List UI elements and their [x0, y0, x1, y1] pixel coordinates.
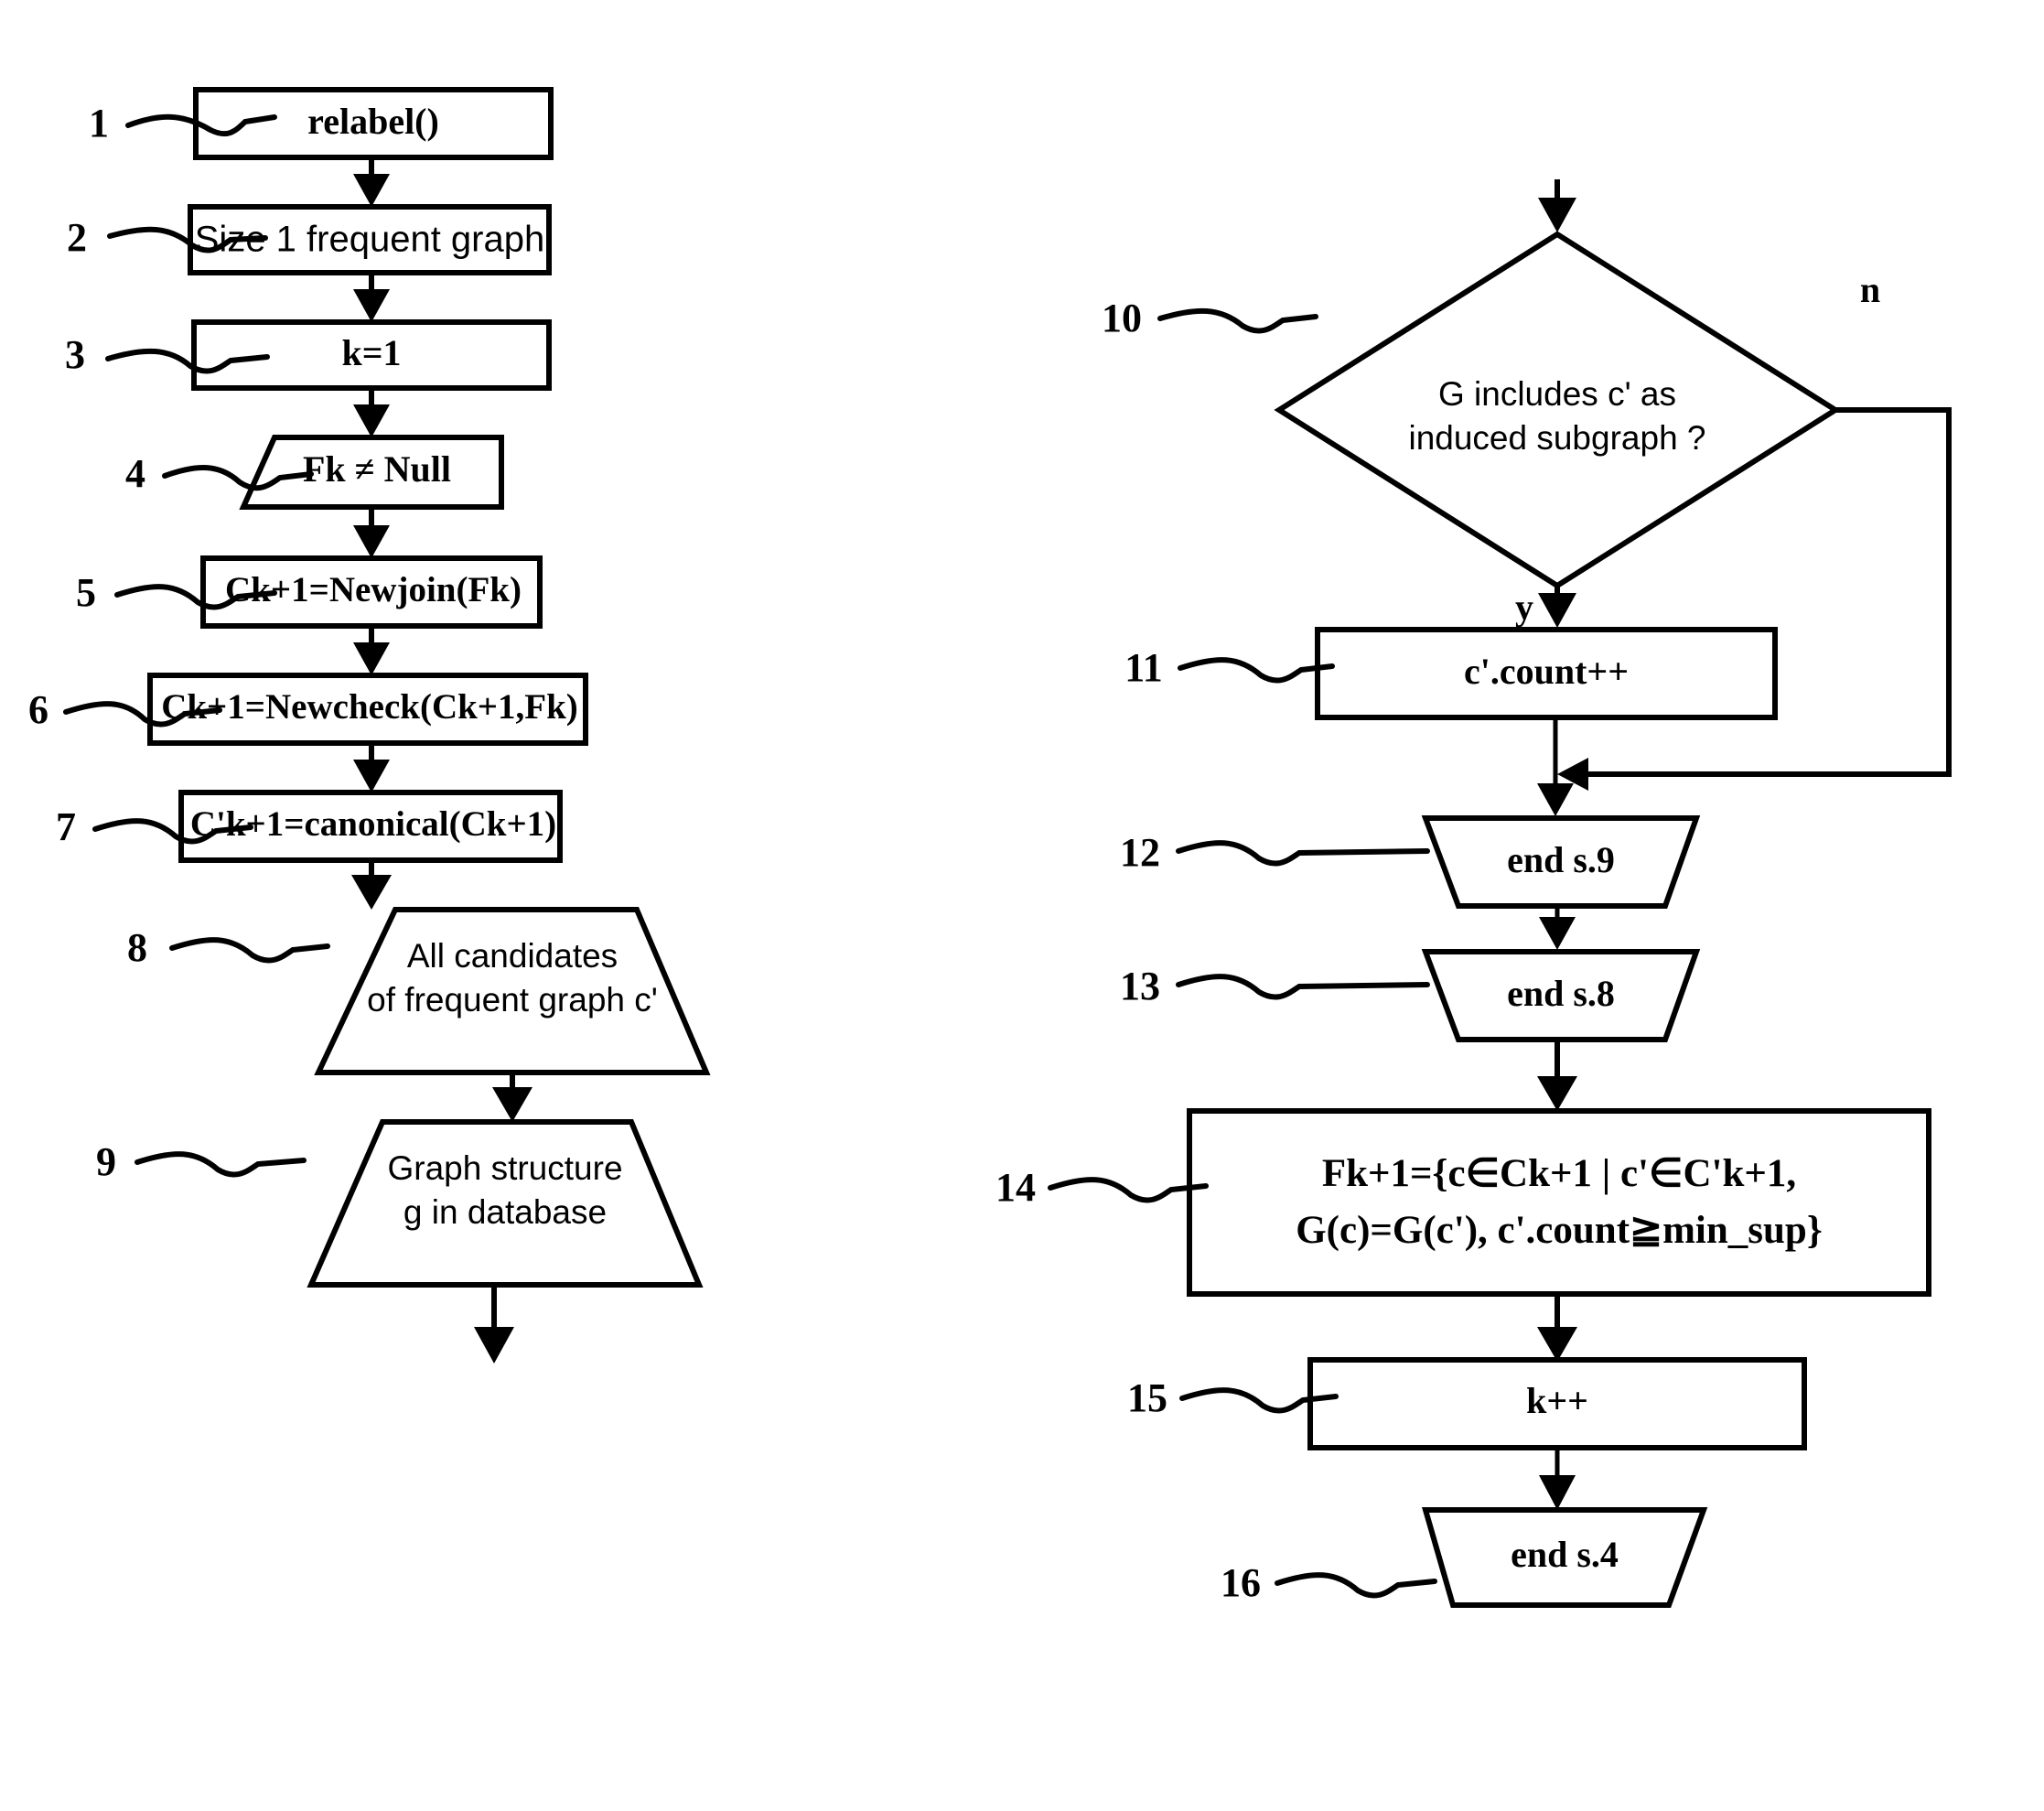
ref-number-1: 1 — [89, 101, 109, 146]
arrow-2-to-3 — [353, 273, 390, 322]
ref-number-12: 12 — [1120, 830, 1160, 875]
arrow-14-to-15 — [1537, 1294, 1577, 1362]
leader-line-10 — [1157, 307, 1318, 334]
node-8-all-candidates: All candidates of frequent graph c' — [314, 907, 711, 1075]
node-12-end-s9: end s.9 — [1421, 815, 1701, 909]
arrow-10-yes-to-11 — [1538, 586, 1576, 628]
node-14-fk-plus-1-definition: Fk+1={c∈Ck+1 | c'∈C'k+1, G(c)=G(c'), c'.… — [1187, 1108, 1931, 1297]
ref-number-15: 15 — [1127, 1375, 1167, 1420]
arrow-6-to-7 — [353, 743, 390, 792]
ref-number-4: 4 — [125, 451, 145, 496]
arrow-9-exit — [474, 1285, 514, 1364]
node-4-fk-not-null: Fk ≠ Null — [239, 435, 504, 510]
leader-line-16 — [1275, 1572, 1437, 1599]
arrow-5-to-6 — [353, 626, 390, 675]
ref-number-7: 7 — [56, 804, 76, 849]
node-9-label-line2: g in database — [403, 1193, 607, 1231]
ref-number-14: 14 — [995, 1165, 1036, 1210]
node-7-label: C'k+1=canonical(Ck+1) — [190, 804, 556, 844]
node-10-label-line1: G includes c' as — [1438, 375, 1676, 413]
arrow-1-to-2 — [353, 157, 390, 207]
node-13-label: end s.8 — [1507, 973, 1615, 1014]
leader-line-9 — [134, 1151, 307, 1178]
node-14-label-line1: Fk+1={c∈Ck+1 | c'∈C'k+1, — [1322, 1152, 1796, 1195]
leader-line-11 — [1178, 657, 1335, 684]
node-14-label-line2: G(c)=G(c'), c'.count≧min_sup} — [1296, 1209, 1823, 1252]
node-9-label-line1: Graph structure — [387, 1149, 622, 1187]
leader-line-14 — [1048, 1177, 1209, 1203]
ref-number-10: 10 — [1102, 296, 1142, 340]
leader-line-13 — [1176, 974, 1430, 1000]
ref-number-5: 5 — [76, 570, 96, 615]
ref-number-13: 13 — [1120, 964, 1160, 1008]
ref-number-3: 3 — [65, 332, 85, 377]
node-8-label-line2: of frequent graph c' — [367, 981, 658, 1019]
ref-number-9: 9 — [96, 1139, 116, 1184]
ref-number-16: 16 — [1221, 1560, 1261, 1605]
branch-label-no: n — [1860, 269, 1880, 310]
node-11-label: c'.count++ — [1464, 651, 1629, 692]
ref-number-8: 8 — [127, 925, 147, 970]
arrow-entry-to-10 — [1538, 179, 1576, 232]
node-5-label: Ck+1=Newjoin(Fk) — [225, 570, 522, 609]
node-16-end-s4: end s.4 — [1422, 1507, 1708, 1608]
node-5-newjoin: Ck+1=Newjoin(Fk) — [200, 555, 543, 629]
arrow-8-to-9 — [492, 1073, 533, 1122]
flowchart-canvas: relabel() 1 Size 1 frequent graph 2 k=1 … — [0, 0, 2044, 1811]
leader-line-8 — [169, 937, 330, 964]
ref-number-2: 2 — [67, 215, 87, 260]
node-10-decision-includes-subgraph: G includes c' as induced subgraph ? — [1274, 231, 1841, 589]
arrow-4-to-5 — [353, 507, 390, 558]
node-10-label-line2: induced subgraph ? — [1408, 419, 1705, 457]
node-15-label: k++ — [1526, 1380, 1588, 1421]
node-4-label: Fk ≠ Null — [303, 448, 451, 490]
node-11-count-increment: c'.count++ — [1315, 627, 1778, 720]
node-8-label-line1: All candidates — [407, 937, 618, 975]
node-1-label: relabel() — [307, 101, 439, 142]
arrow-11-to-12 — [1537, 717, 1574, 816]
ref-number-11: 11 — [1124, 645, 1163, 690]
arrow-3-to-4 — [353, 388, 390, 437]
node-14-shape — [1187, 1108, 1931, 1297]
node-6-label: Ck+1=Newcheck(Ck+1,Fk) — [161, 687, 578, 727]
node-9-graph-structure: Graph structure g in database — [307, 1119, 704, 1288]
node-13-end-s8: end s.8 — [1421, 949, 1701, 1042]
branch-label-yes: y — [1515, 587, 1533, 628]
arrow-15-to-16 — [1539, 1448, 1576, 1510]
node-3-label: k=1 — [341, 332, 401, 373]
flowchart-svg: relabel() 1 Size 1 frequent graph 2 k=1 … — [28, 87, 1952, 1608]
node-15-k-increment: k++ — [1307, 1357, 1807, 1450]
arrow-13-to-14 — [1537, 1040, 1577, 1111]
arrow-7-to-8 — [351, 860, 392, 910]
ref-number-6: 6 — [28, 687, 48, 732]
arrow-12-to-13 — [1539, 906, 1576, 950]
node-12-label: end s.9 — [1507, 839, 1615, 880]
node-16-label: end s.4 — [1511, 1534, 1619, 1575]
node-3-k-equals-1: k=1 — [191, 319, 552, 391]
leader-line-12 — [1176, 840, 1430, 867]
